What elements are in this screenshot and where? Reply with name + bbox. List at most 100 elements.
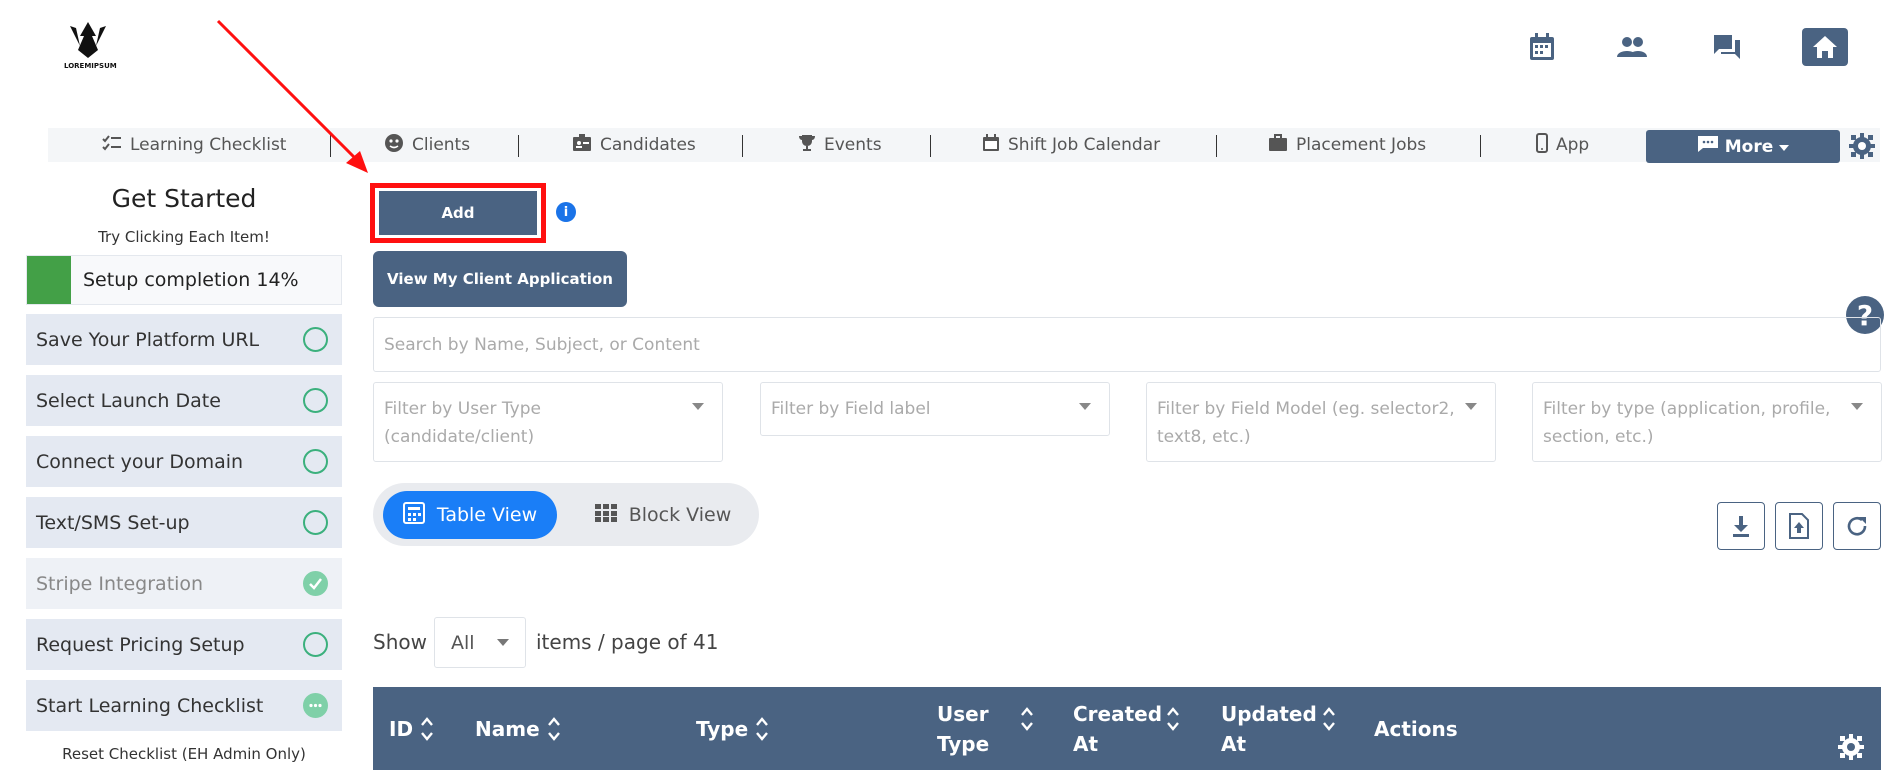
- filter-field-label[interactable]: Filter by Field label: [760, 382, 1110, 436]
- more-menu-button[interactable]: More: [1646, 130, 1840, 163]
- checklist-item-label: Select Launch Date: [36, 389, 221, 412]
- progress-fill: [27, 256, 71, 304]
- block-view-button[interactable]: Block View: [583, 491, 743, 539]
- nav-app[interactable]: App: [1536, 128, 1589, 162]
- phone-icon: [1536, 132, 1548, 158]
- nav-label: Events: [824, 135, 882, 155]
- calendar-icon[interactable]: [1520, 25, 1564, 69]
- column-label: Updated At: [1221, 701, 1317, 756]
- checklist-item-stripe[interactable]: Stripe Integration: [26, 558, 342, 609]
- checklist-item-sms[interactable]: Text/SMS Set-up: [26, 497, 342, 548]
- filter-field-model[interactable]: Filter by Field Model (eg. selector2, te…: [1146, 382, 1496, 462]
- info-icon[interactable]: i: [556, 202, 576, 222]
- logo-text: LOREMIPSUM: [64, 62, 117, 70]
- filter-placeholder: Filter by type (application, profile, se…: [1543, 399, 1831, 447]
- checklist-item-launch-date[interactable]: Select Launch Date: [26, 375, 342, 426]
- sort-icon: [756, 716, 769, 742]
- nav-label: Shift Job Calendar: [1008, 135, 1161, 155]
- add-highlight: Add: [370, 183, 546, 243]
- checklist-item-learning[interactable]: Start Learning Checklist: [26, 680, 342, 731]
- page-size-value: All: [451, 631, 475, 654]
- caret-down-icon: [1779, 144, 1790, 151]
- nav-events[interactable]: Events: [798, 128, 882, 162]
- table-view-label: Table View: [436, 504, 538, 526]
- column-actions: Actions: [1374, 687, 1458, 770]
- brand-logo[interactable]: LOREMIPSUM: [58, 16, 118, 72]
- nav-label: Clients: [412, 135, 471, 155]
- filter-placeholder: Filter by Field Model (eg. selector2, te…: [1157, 399, 1455, 447]
- checklist-icon: [102, 134, 122, 156]
- checklist-item-label: Text/SMS Set-up: [36, 511, 190, 534]
- column-created-at[interactable]: Created At: [1073, 687, 1193, 770]
- home-button[interactable]: [1802, 28, 1848, 66]
- block-view-label: Block View: [628, 504, 732, 526]
- filter-placeholder: Filter by User Type (candidate/client): [384, 399, 541, 447]
- nav-candidates[interactable]: Candidates: [572, 128, 696, 162]
- table-header: ID Name Type User Type Created At Update…: [373, 687, 1881, 770]
- checklist-item-label: Stripe Integration: [36, 572, 204, 595]
- gear-icon[interactable]: [1848, 132, 1876, 164]
- annotation-arrow: [216, 19, 368, 173]
- download-icon: [1733, 516, 1749, 537]
- checklist-item-label: Request Pricing Setup: [36, 633, 245, 656]
- filter-user-type[interactable]: Filter by User Type (candidate/client): [373, 382, 723, 462]
- checklist-item-platform-url[interactable]: Save Your Platform URL: [26, 314, 342, 365]
- view-toggle: Table View Block View: [373, 483, 759, 546]
- checklist-item-pricing[interactable]: Request Pricing Setup: [26, 619, 342, 670]
- nav-label: App: [1556, 135, 1590, 155]
- circle-icon: [303, 510, 328, 535]
- add-button[interactable]: Add: [379, 191, 537, 235]
- calculator-icon: [402, 501, 425, 529]
- caret-down-icon: [1465, 403, 1477, 410]
- column-updated-at[interactable]: Updated At: [1221, 687, 1351, 770]
- reset-checklist-link[interactable]: Reset Checklist (EH Admin Only): [26, 745, 342, 763]
- column-type[interactable]: Type: [696, 687, 769, 770]
- nav-clients[interactable]: Clients: [384, 128, 470, 162]
- caret-down-icon: [496, 639, 509, 646]
- column-label: Actions: [1374, 716, 1458, 741]
- message-icon: [1697, 135, 1719, 158]
- home-icon: [1813, 36, 1837, 58]
- page-info: items / page of 41: [536, 630, 719, 654]
- nav-shift-job-calendar[interactable]: Shift Job Calendar: [982, 128, 1160, 162]
- people-icon[interactable]: [1610, 25, 1654, 69]
- filter-placeholder: Filter by Field label: [771, 399, 931, 419]
- filter-type[interactable]: Filter by type (application, profile, se…: [1532, 382, 1882, 462]
- column-label: Created At: [1073, 701, 1163, 756]
- table-view-button[interactable]: Table View: [383, 491, 557, 539]
- checklist-item-domain[interactable]: Connect your Domain: [26, 436, 342, 487]
- chat-icon[interactable]: [1705, 25, 1749, 69]
- column-id[interactable]: ID: [389, 687, 433, 770]
- trophy-icon: [798, 134, 816, 157]
- column-name[interactable]: Name: [475, 687, 560, 770]
- caret-down-icon: [692, 403, 704, 410]
- grid-icon: [594, 503, 617, 527]
- page-size-select[interactable]: All: [434, 617, 526, 668]
- column-user-type[interactable]: User Type: [937, 687, 1047, 770]
- more-dots-icon: [303, 693, 328, 718]
- checkmark-icon: [303, 571, 328, 596]
- checklist-item-label: Connect your Domain: [36, 450, 244, 473]
- column-label: ID: [389, 716, 414, 741]
- search-input[interactable]: Search by Name, Subject, or Content: [373, 317, 1881, 372]
- column-label: Name: [475, 716, 540, 741]
- refresh-icon: [1847, 516, 1867, 536]
- sidebar-subtitle: Try Clicking Each Item!: [98, 228, 270, 246]
- download-button[interactable]: [1717, 502, 1765, 550]
- caret-down-icon: [1851, 403, 1863, 410]
- circle-icon: [303, 449, 328, 474]
- calendar-icon: [982, 133, 1000, 157]
- setup-progress: Setup completion 14%: [26, 255, 342, 305]
- nav-label: Candidates: [600, 135, 696, 155]
- sort-icon: [1021, 706, 1033, 732]
- sort-icon: [421, 716, 433, 742]
- sort-icon: [1323, 706, 1335, 732]
- table-settings-gear-icon[interactable]: [1837, 733, 1865, 765]
- checklist-item-label: Start Learning Checklist: [36, 694, 264, 717]
- view-client-application-button[interactable]: View My Client Application: [373, 251, 627, 307]
- circle-icon: [303, 388, 328, 413]
- refresh-button[interactable]: [1833, 502, 1881, 550]
- nav-placement-jobs[interactable]: Placement Jobs: [1268, 128, 1426, 162]
- upload-file-button[interactable]: [1775, 502, 1823, 550]
- briefcase-icon: [1268, 133, 1288, 157]
